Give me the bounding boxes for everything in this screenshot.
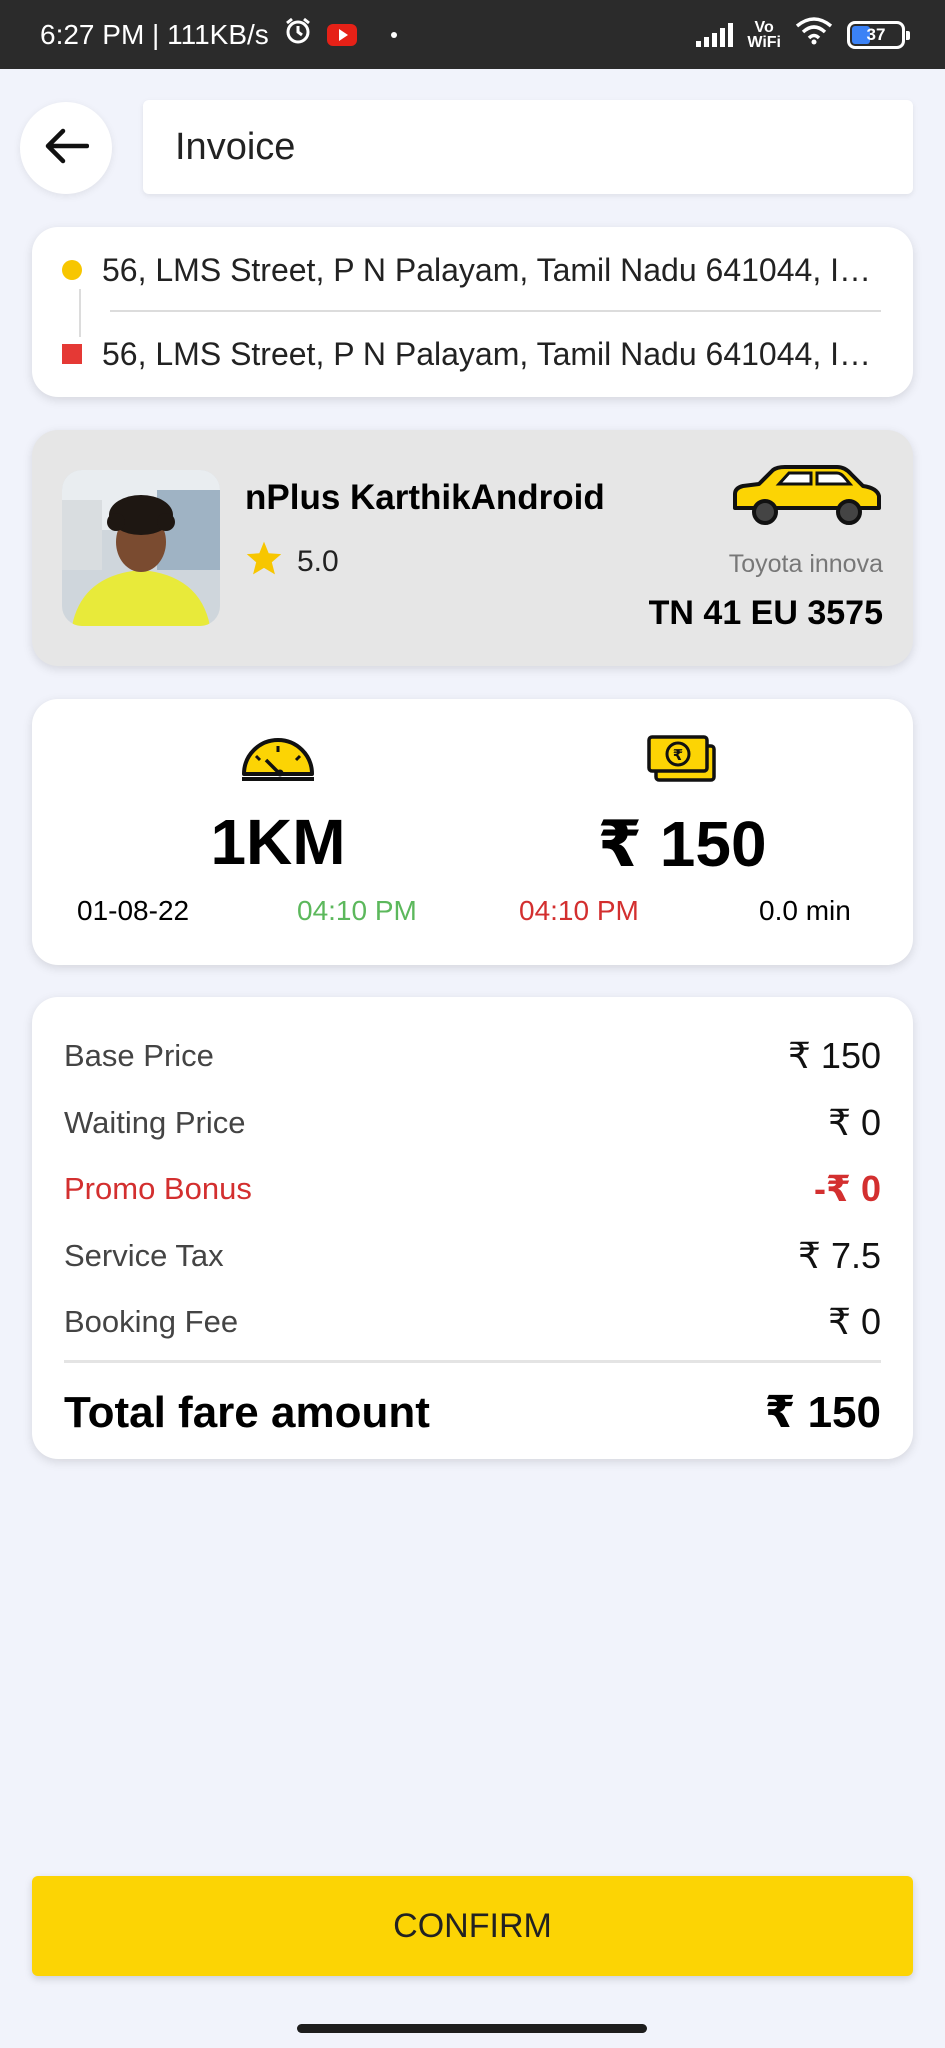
car-model: Toyota innova xyxy=(728,550,883,578)
trip-end-time: 04:10 PM xyxy=(519,895,639,926)
route-connector xyxy=(79,289,81,337)
trip-fare: ₹ 150 xyxy=(597,808,767,880)
confirm-button[interactable]: CONFIRM xyxy=(32,1876,913,1976)
alarm-icon xyxy=(283,16,313,53)
driver-rating: 5.0 xyxy=(245,540,339,584)
fare-value: ₹ 7.5 xyxy=(798,1235,881,1276)
status-bar: 6:27 PM | 111KB/s Vo WiFi 37 xyxy=(0,0,945,69)
notification-dot-icon xyxy=(390,31,397,38)
pickup-row: 56, LMS Street, P N Palayam, Tamil Nadu … xyxy=(62,249,883,291)
youtube-icon xyxy=(326,23,357,46)
drop-address: 56, LMS Street, P N Palayam, Tamil Nadu … xyxy=(102,335,883,372)
rating-value: 5.0 xyxy=(297,545,339,578)
fare-row-waiting-price: Waiting Price ₹ 0 xyxy=(64,1102,881,1144)
total-fare-value: ₹ 150 xyxy=(764,1388,881,1437)
fare-label: Booking Fee xyxy=(64,1304,239,1339)
fare-value: ₹ 0 xyxy=(828,1102,881,1143)
status-time: 6:27 PM | 111KB/s xyxy=(40,18,269,50)
trip-start-time: 04:10 PM xyxy=(297,895,417,926)
distance-block: 1KM xyxy=(128,734,428,879)
route-card: 56, LMS Street, P N Palayam, Tamil Nadu … xyxy=(32,227,913,397)
total-fare-row: Total fare amount ₹ 150 xyxy=(64,1387,881,1438)
trip-summary-card: 1KM ₹ ₹ 150 01-08-22 04:10 PM 04:10 PM 0… xyxy=(32,699,913,965)
fare-label: Service Tax xyxy=(64,1238,224,1273)
back-button[interactable] xyxy=(20,102,112,194)
drop-square-icon xyxy=(62,344,82,364)
fare-value: -₹ 0 xyxy=(813,1168,881,1209)
driver-avatar xyxy=(62,470,220,626)
fare-row-promo-bonus: Promo Bonus -₹ 0 xyxy=(64,1168,881,1210)
signal-icon xyxy=(696,22,734,47)
pickup-address: 56, LMS Street, P N Palayam, Tamil Nadu … xyxy=(102,251,883,288)
speedometer-icon xyxy=(240,738,316,786)
star-icon xyxy=(245,540,283,584)
trip-distance: 1KM xyxy=(210,806,346,878)
fare-row-base-price: Base Price ₹ 150 xyxy=(64,1035,881,1077)
trip-duration: 0.0 min xyxy=(759,895,851,926)
fare-label: Waiting Price xyxy=(64,1105,246,1140)
home-indicator[interactable] xyxy=(297,2024,647,2033)
route-divider xyxy=(110,310,881,312)
fare-value: ₹ 150 xyxy=(788,1035,881,1076)
fare-block: ₹ ₹ 150 xyxy=(532,734,832,882)
fare-row-service-tax: Service Tax ₹ 7.5 xyxy=(64,1235,881,1277)
car-icon xyxy=(729,464,883,533)
driver-name: nPlus KarthikAndroid xyxy=(245,478,605,517)
fare-label: Promo Bonus xyxy=(64,1171,252,1206)
page-title-text: Invoice xyxy=(175,125,296,168)
pickup-dot-icon xyxy=(62,260,82,280)
fare-divider xyxy=(64,1360,881,1363)
driver-card: nPlus KarthikAndroid 5.0 Toyota innova T… xyxy=(32,430,913,666)
car-plate: TN 41 EU 3575 xyxy=(648,594,883,632)
fare-row-booking-fee: Booking Fee ₹ 0 xyxy=(64,1301,881,1343)
fare-value: ₹ 0 xyxy=(828,1301,881,1342)
total-fare-label: Total fare amount xyxy=(64,1387,430,1437)
battery-icon: 37 xyxy=(847,20,910,49)
fare-breakdown-card: Base Price ₹ 150 Waiting Price ₹ 0 Promo… xyxy=(32,997,913,1459)
svg-text:₹: ₹ xyxy=(673,746,683,764)
trip-date: 01-08-22 xyxy=(77,895,190,926)
page-title: Invoice xyxy=(143,100,913,194)
vowifi-icon: Vo WiFi xyxy=(747,18,781,51)
wifi-icon xyxy=(795,17,833,52)
arrow-left-icon xyxy=(43,126,90,171)
drop-row: 56, LMS Street, P N Palayam, Tamil Nadu … xyxy=(62,333,883,375)
money-icon: ₹ xyxy=(646,735,718,788)
fare-label: Base Price xyxy=(64,1038,214,1073)
